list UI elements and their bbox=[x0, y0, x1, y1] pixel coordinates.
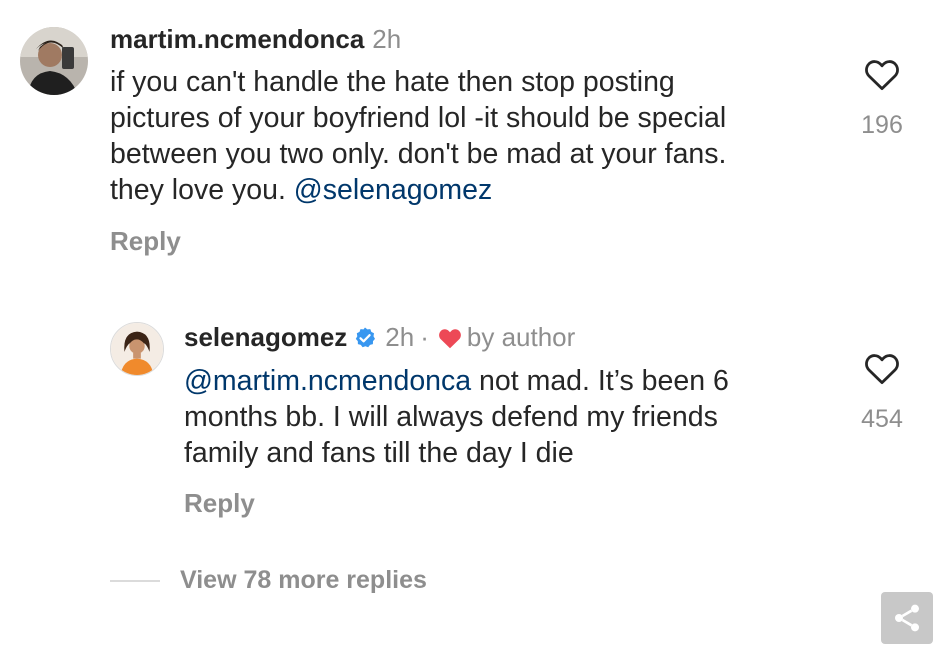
reply-username[interactable]: selenagomez bbox=[184, 322, 347, 353]
heart-filled-icon bbox=[437, 326, 463, 350]
reply-time: 2h bbox=[385, 322, 415, 352]
reply-line-2: months bb. I will always defend my frien… bbox=[184, 401, 718, 433]
comment-header: martim.ncmendonca 2h bbox=[110, 24, 401, 55]
comment-like-count: 196 bbox=[861, 111, 903, 139]
comment-line-4-text: they love you. bbox=[110, 174, 294, 206]
view-more-replies-label: View 78 more replies bbox=[180, 566, 427, 594]
person-avatar-icon bbox=[111, 323, 163, 375]
reply-line-1-text: not mad. It’s been 6 bbox=[471, 365, 729, 397]
comment-mention[interactable]: @selenagomez bbox=[294, 174, 492, 206]
view-more-replies-button[interactable]: View 78 more replies bbox=[110, 566, 427, 595]
reply-header: selenagomez 2h · by author bbox=[184, 322, 575, 353]
by-author-label: by author bbox=[466, 322, 576, 352]
share-button[interactable] bbox=[881, 592, 933, 644]
comment-username[interactable]: martim.ncmendonca bbox=[110, 24, 364, 55]
comment-time: 2h bbox=[372, 24, 402, 54]
reply-separator: · bbox=[420, 322, 429, 352]
reply-avatar[interactable] bbox=[110, 322, 164, 376]
divider-line bbox=[110, 579, 160, 582]
comment-line-3: between you two only. don't be mad at yo… bbox=[110, 138, 727, 170]
comment-text: if you can't handle the hate then stop p… bbox=[110, 64, 726, 208]
reply-line-1: @martim.ncmendonca not mad. It’s been 6 bbox=[184, 363, 729, 399]
comment-like-button[interactable] bbox=[863, 57, 901, 91]
comment-reply-button[interactable]: Reply bbox=[110, 226, 181, 257]
comment-line-1: if you can't handle the hate then stop p… bbox=[110, 66, 675, 98]
heart-outline-icon bbox=[865, 354, 899, 385]
reply-mention[interactable]: @martim.ncmendonca bbox=[184, 365, 471, 397]
reply-line-3: family and fans till the day I die bbox=[184, 437, 574, 469]
reply-reply-button[interactable]: Reply bbox=[184, 488, 255, 519]
verified-badge-icon bbox=[353, 326, 377, 350]
reply-like-count: 454 bbox=[861, 405, 903, 433]
commenter-avatar[interactable] bbox=[20, 27, 88, 95]
reply-text: @martim.ncmendonca not mad. It’s been 6 … bbox=[184, 363, 729, 471]
reply-like-button[interactable] bbox=[863, 351, 901, 385]
comment-line-2: pictures of your boyfriend lol -it shoul… bbox=[110, 102, 727, 134]
heart-outline-icon bbox=[865, 60, 899, 91]
comment-line-4: they love you. @selenagomez bbox=[110, 172, 726, 208]
person-avatar-icon bbox=[20, 27, 88, 95]
share-icon bbox=[895, 604, 919, 632]
